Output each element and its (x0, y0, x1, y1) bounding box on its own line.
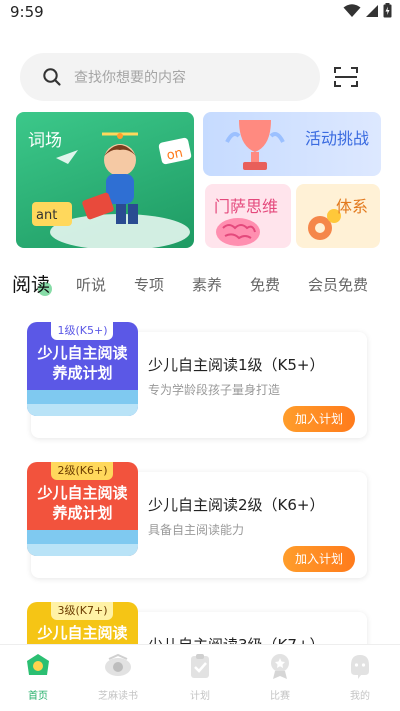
nav-mine[interactable]: 我的 (330, 651, 390, 702)
bottom-nav: 首页 芝麻读书 计划 比赛 我的 (0, 644, 400, 711)
nav-home[interactable]: 首页 (8, 651, 68, 702)
course-desc: 具备自主阅读能力 (148, 523, 245, 537)
cover-title-line1: 少儿自主阅读 (37, 344, 128, 362)
cover-sea-foam (27, 544, 138, 556)
trophy-illustration (225, 120, 285, 170)
join-plan-button[interactable]: 加入计划 (283, 546, 355, 572)
battery-icon (383, 3, 392, 18)
nav-zhima-reading[interactable]: 芝麻读书 (88, 651, 148, 702)
status-bar: 9:59 (0, 0, 400, 24)
clipboard-icon (191, 654, 209, 678)
course-card[interactable]: 2级(K6+) 少儿自主阅读 养成计划 少儿自主阅读2级（K6+） 具备自主阅读… (27, 462, 367, 578)
nav-plan-label: 计划 (190, 691, 210, 702)
search-input[interactable]: 查找你想要的内容 (20, 53, 320, 101)
course-title: 少儿自主阅读1级（K5+） (148, 356, 325, 374)
nav-home-label: 首页 (28, 691, 48, 702)
banner-mensa[interactable]: 门萨思维 (205, 184, 291, 248)
banner-challenge-label: 活动挑战 (304, 129, 369, 148)
cover-title-line2: 养成计划 (52, 504, 113, 522)
vocab-tag-ant: ant (36, 208, 57, 223)
tab-reading[interactable]: 阅读 (12, 270, 50, 297)
tab-free[interactable]: 免费 (250, 274, 280, 295)
wifi-icon (343, 3, 361, 17)
course-cover: 1级(K5+) 少儿自主阅读 养成计划 (27, 322, 138, 416)
cover-title-line1: 少儿自主阅读 (37, 624, 128, 642)
nav-contest-label: 比赛 (270, 691, 290, 702)
banner-vocab[interactable]: 词场 on ant (16, 112, 194, 248)
course-title: 少儿自主阅读2级（K6+） (148, 496, 325, 514)
cover-level: 2级(K6+) (57, 464, 108, 477)
join-plan-button[interactable]: 加入计划 (283, 406, 355, 432)
vocab-illustration: on ant (32, 132, 192, 248)
course-cover: 2级(K6+) 少儿自主阅读 养成计划 (27, 462, 138, 556)
status-icons (343, 3, 392, 18)
cover-sea-foam (27, 404, 138, 416)
nav-plan[interactable]: 计划 (170, 651, 230, 702)
status-time: 9:59 (10, 3, 44, 21)
vocab-tag-on: on (165, 146, 184, 164)
cover-title-line2: 养成计划 (52, 364, 113, 382)
home-icon (27, 654, 49, 675)
nav-contest[interactable]: 比赛 (250, 651, 310, 702)
profile-icon (351, 655, 369, 679)
course-card[interactable]: 1级(K5+) 少儿自主阅读 养成计划 少儿自主阅读1级（K5+） 专为学龄段孩… (27, 322, 367, 438)
signal-icon (366, 4, 378, 17)
category-tabs: 阅读 听说 专项 素养 免费 会员免费 (10, 270, 390, 300)
cover-title-line1: 少儿自主阅读 (37, 484, 128, 502)
search-icon (43, 68, 61, 86)
tab-special[interactable]: 专项 (134, 274, 164, 295)
nav-zhima-reading-label: 芝麻读书 (98, 691, 138, 702)
tab-member-free[interactable]: 会员免费 (308, 274, 368, 295)
cover-level: 3级(K7+) (57, 604, 108, 617)
tab-listening-speaking[interactable]: 听说 (76, 274, 106, 295)
trophy-icon (271, 654, 289, 679)
banner-system-label: 体系 (335, 197, 368, 216)
book-eye-icon (105, 653, 131, 676)
cover-level: 1级(K5+) (57, 324, 108, 337)
brain-illustration (216, 218, 260, 246)
search-placeholder: 查找你想要的内容 (74, 70, 186, 86)
nav-mine-label: 我的 (350, 691, 370, 702)
course-desc: 专为学龄段孩子量身打造 (148, 383, 281, 397)
banner-challenge[interactable]: 活动挑战 (203, 112, 381, 176)
tab-literacy[interactable]: 素养 (192, 274, 222, 295)
banner-system[interactable]: 体系 (296, 184, 380, 248)
scan-icon[interactable] (334, 66, 358, 88)
